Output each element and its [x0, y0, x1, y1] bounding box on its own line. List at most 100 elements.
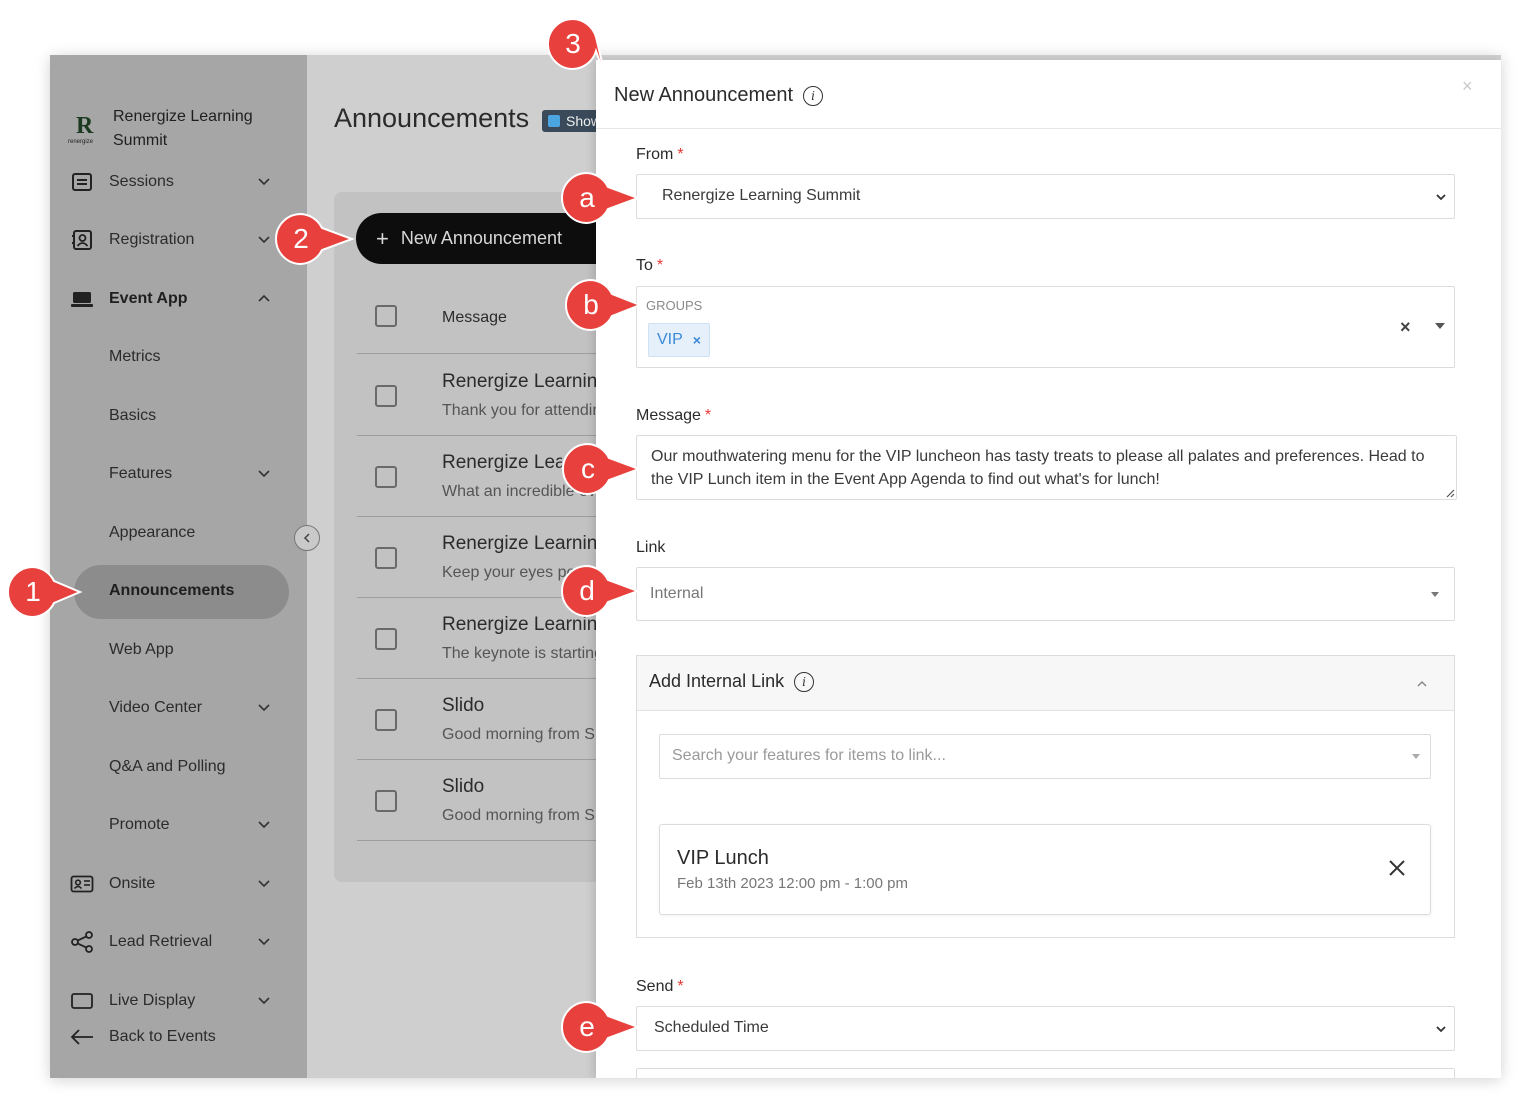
chip-remove-icon[interactable]: × — [693, 332, 701, 348]
page-title: Announcements — [334, 103, 530, 133]
column-header-message: Message — [442, 309, 507, 326]
sidebar-item-sessions[interactable]: Sessions — [50, 160, 307, 204]
sidebar-item-label: Web App — [109, 641, 174, 658]
sidebar-item-label: Event App — [109, 290, 188, 307]
sidebar-item-event-app[interactable]: Event App — [50, 277, 307, 321]
new-announcement-modal: New Announcement i × From * Renergize Lea… — [596, 60, 1501, 1078]
callout-3: 3 — [544, 15, 607, 80]
send-label: Send * — [636, 978, 684, 995]
sidebar-item-metrics[interactable]: Metrics — [50, 335, 307, 379]
sidebar-item-announcements[interactable]: Announcements — [50, 569, 307, 613]
row-checkbox[interactable] — [375, 466, 397, 488]
row-message: Good morning from Slido — [442, 807, 597, 824]
play-icon — [548, 115, 560, 127]
row-title[interactable]: Renergize Learning Summit — [442, 533, 597, 555]
row-title[interactable]: Renergize Learning Summit — [442, 371, 597, 393]
chevron-down-icon — [258, 938, 270, 946]
sidebar-item-video-center[interactable]: Video Center — [50, 686, 307, 730]
callout-e: e — [558, 998, 641, 1056]
clear-icon[interactable]: × — [1400, 317, 1411, 338]
info-icon[interactable]: i — [794, 671, 815, 692]
internal-link-panel-header[interactable]: Add Internal Link i — [637, 656, 1454, 711]
chevron-down-icon — [258, 997, 270, 1005]
sidebar-item-label: Onsite — [109, 875, 156, 892]
chevron-down-icon — [258, 704, 270, 712]
message-textarea[interactable]: Our mouthwatering menu for the VIP lunch… — [636, 435, 1457, 500]
link-value: Internal — [650, 585, 704, 602]
linked-item-title: VIP Lunch — [677, 847, 769, 869]
link-select[interactable]: Internal — [636, 567, 1455, 621]
row-message: The keynote is starting — [442, 645, 597, 662]
sidebar-item-label: Lead Retrieval — [109, 933, 213, 950]
chevron-down-icon — [258, 470, 270, 478]
send-select[interactable]: Scheduled Time — [636, 1006, 1455, 1051]
chevron-up-icon[interactable] — [1416, 678, 1428, 690]
laptop-icon — [69, 288, 95, 310]
brand-logo: R renergize — [68, 113, 94, 145]
info-icon[interactable]: i — [803, 85, 824, 106]
close-icon[interactable] — [1387, 858, 1407, 878]
collapse-sidebar-button[interactable] — [294, 525, 320, 551]
sidebar-item-label: Q&A and Polling — [109, 758, 226, 775]
caret-down-icon[interactable] — [1435, 323, 1445, 329]
sidebar-item-label: Video Center — [109, 699, 203, 716]
monitor-icon — [69, 990, 95, 1012]
sidebar-item-appearance[interactable]: Appearance — [50, 511, 307, 555]
link-search-input[interactable]: Search your features for items to link..… — [659, 734, 1431, 779]
caret-down-icon — [1412, 754, 1420, 759]
to-label: To * — [636, 257, 664, 274]
sidebar-item-label: Basics — [109, 407, 157, 424]
divider — [596, 128, 1501, 129]
row-title[interactable]: Slido — [442, 776, 597, 798]
chevron-up-icon — [258, 294, 270, 302]
brand-name: Renergize Learning Summit — [113, 108, 253, 149]
from-select[interactable]: Renergize Learning Summit — [636, 174, 1455, 219]
list-icon — [69, 171, 95, 193]
linked-item-card: VIP Lunch Feb 13th 2023 12:00 pm - 1:00 … — [659, 824, 1431, 915]
row-title[interactable]: Slido — [442, 695, 597, 717]
sidebar-item-onsite[interactable]: Onsite — [50, 862, 307, 906]
resize-handle-icon[interactable] — [1445, 488, 1455, 498]
arrow-left-icon — [69, 1026, 95, 1048]
sidebar-item-label: Appearance — [109, 524, 196, 541]
contact-book-icon — [69, 229, 95, 251]
sidebar-item-web-app[interactable]: Web App — [50, 628, 307, 672]
id-card-icon — [69, 873, 95, 895]
close-icon[interactable]: × — [1462, 76, 1473, 97]
modal-title: New Announcement i — [614, 84, 824, 107]
next-field — [636, 1068, 1455, 1078]
back-to-events-label: Back to Events — [109, 1028, 216, 1045]
vip-chip: VIP × — [648, 323, 710, 357]
callout-1: 1 — [4, 563, 83, 621]
select-all-checkbox[interactable] — [375, 305, 397, 327]
message-value: Our mouthwatering menu for the VIP lunch… — [651, 448, 1425, 488]
message-label: Message * — [636, 407, 712, 424]
app-window: R renergize Renergize Learning Summit Se… — [50, 55, 1501, 1078]
sidebar-item-promote[interactable]: Promote — [50, 803, 307, 847]
sidebar-item-registration[interactable]: Registration — [50, 218, 307, 262]
row-checkbox[interactable] — [375, 790, 397, 812]
sidebar-item-label: Live Display — [109, 992, 196, 1009]
sidebar-item-label: Promote — [109, 816, 170, 833]
callout-b: b — [562, 276, 643, 334]
link-label: Link — [636, 539, 666, 556]
chevron-left-icon — [303, 533, 310, 543]
row-title[interactable]: Renergize Learning Summit — [442, 452, 562, 474]
linked-item-time: Feb 13th 2023 12:00 pm - 1:00 pm — [677, 875, 908, 892]
sidebar-item-basics[interactable]: Basics — [50, 394, 307, 438]
row-checkbox[interactable] — [375, 628, 397, 650]
sidebar-item-features[interactable]: Features — [50, 452, 307, 496]
sidebar: R renergize Renergize Learning Summit Se… — [50, 55, 307, 1078]
row-checkbox[interactable] — [375, 547, 397, 569]
sidebar-item-qa-polling[interactable]: Q&A and Polling — [50, 745, 307, 789]
send-value: Scheduled Time — [654, 1019, 769, 1036]
sidebar-item-lead-retrieval[interactable]: Lead Retrieval — [50, 920, 307, 964]
row-message: Thank you for attending — [442, 402, 597, 419]
chevron-down-icon — [1436, 194, 1446, 201]
to-multiselect[interactable]: GROUPS VIP × × — [636, 286, 1455, 368]
back-to-events-link[interactable]: Back to Events — [50, 1015, 307, 1059]
callout-c: c — [559, 440, 642, 498]
row-checkbox[interactable] — [375, 385, 397, 407]
callout-d: d — [558, 562, 641, 620]
row-checkbox[interactable] — [375, 709, 397, 731]
